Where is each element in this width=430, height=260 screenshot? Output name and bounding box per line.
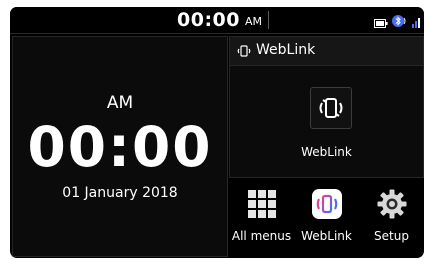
clock-widget[interactable]: AM 00:00 01 January 2018	[12, 36, 228, 257]
head-unit-screen: 00:00 AM AM 00:00 01 January 2018 WebLin…	[10, 7, 424, 258]
weblink-small-icon	[237, 43, 251, 62]
shortcut-setup[interactable]: Setup	[359, 179, 424, 255]
shortcut-weblink-label: WebLink	[301, 229, 352, 243]
weblink-app-tile[interactable]	[310, 87, 352, 129]
clock-time: 00:00	[27, 115, 213, 179]
clock-ampm: AM	[106, 93, 134, 113]
status-icons	[374, 13, 420, 32]
weblink-app-label: WebLink	[301, 145, 352, 159]
shortcut-weblink[interactable]: WebLink	[294, 179, 359, 255]
signal-icon	[412, 13, 420, 32]
shortcut-all-menus[interactable]: All menus	[229, 179, 294, 255]
weblink-widget[interactable]: WebLink WebLink	[229, 36, 424, 178]
weblink-icon	[319, 98, 343, 118]
weblink-icon	[311, 189, 342, 219]
weblink-widget-title: WebLink	[256, 42, 316, 58]
clock-date: 01 January 2018	[62, 185, 178, 201]
weblink-widget-header: WebLink	[230, 37, 423, 66]
status-ampm: AM	[245, 15, 263, 28]
shortcut-all-menus-label: All menus	[231, 229, 292, 243]
battery-icon	[374, 13, 388, 32]
gear-icon	[377, 189, 406, 219]
grid-icon	[247, 190, 276, 218]
bluetooth-audio-icon	[392, 13, 408, 32]
shortcut-bar: All menus WebLink Setup	[229, 179, 424, 255]
status-divider	[268, 11, 269, 29]
status-bar: 00:00 AM	[10, 7, 424, 34]
status-time[interactable]: 00:00	[177, 9, 240, 31]
shortcut-setup-label: Setup	[374, 229, 409, 243]
